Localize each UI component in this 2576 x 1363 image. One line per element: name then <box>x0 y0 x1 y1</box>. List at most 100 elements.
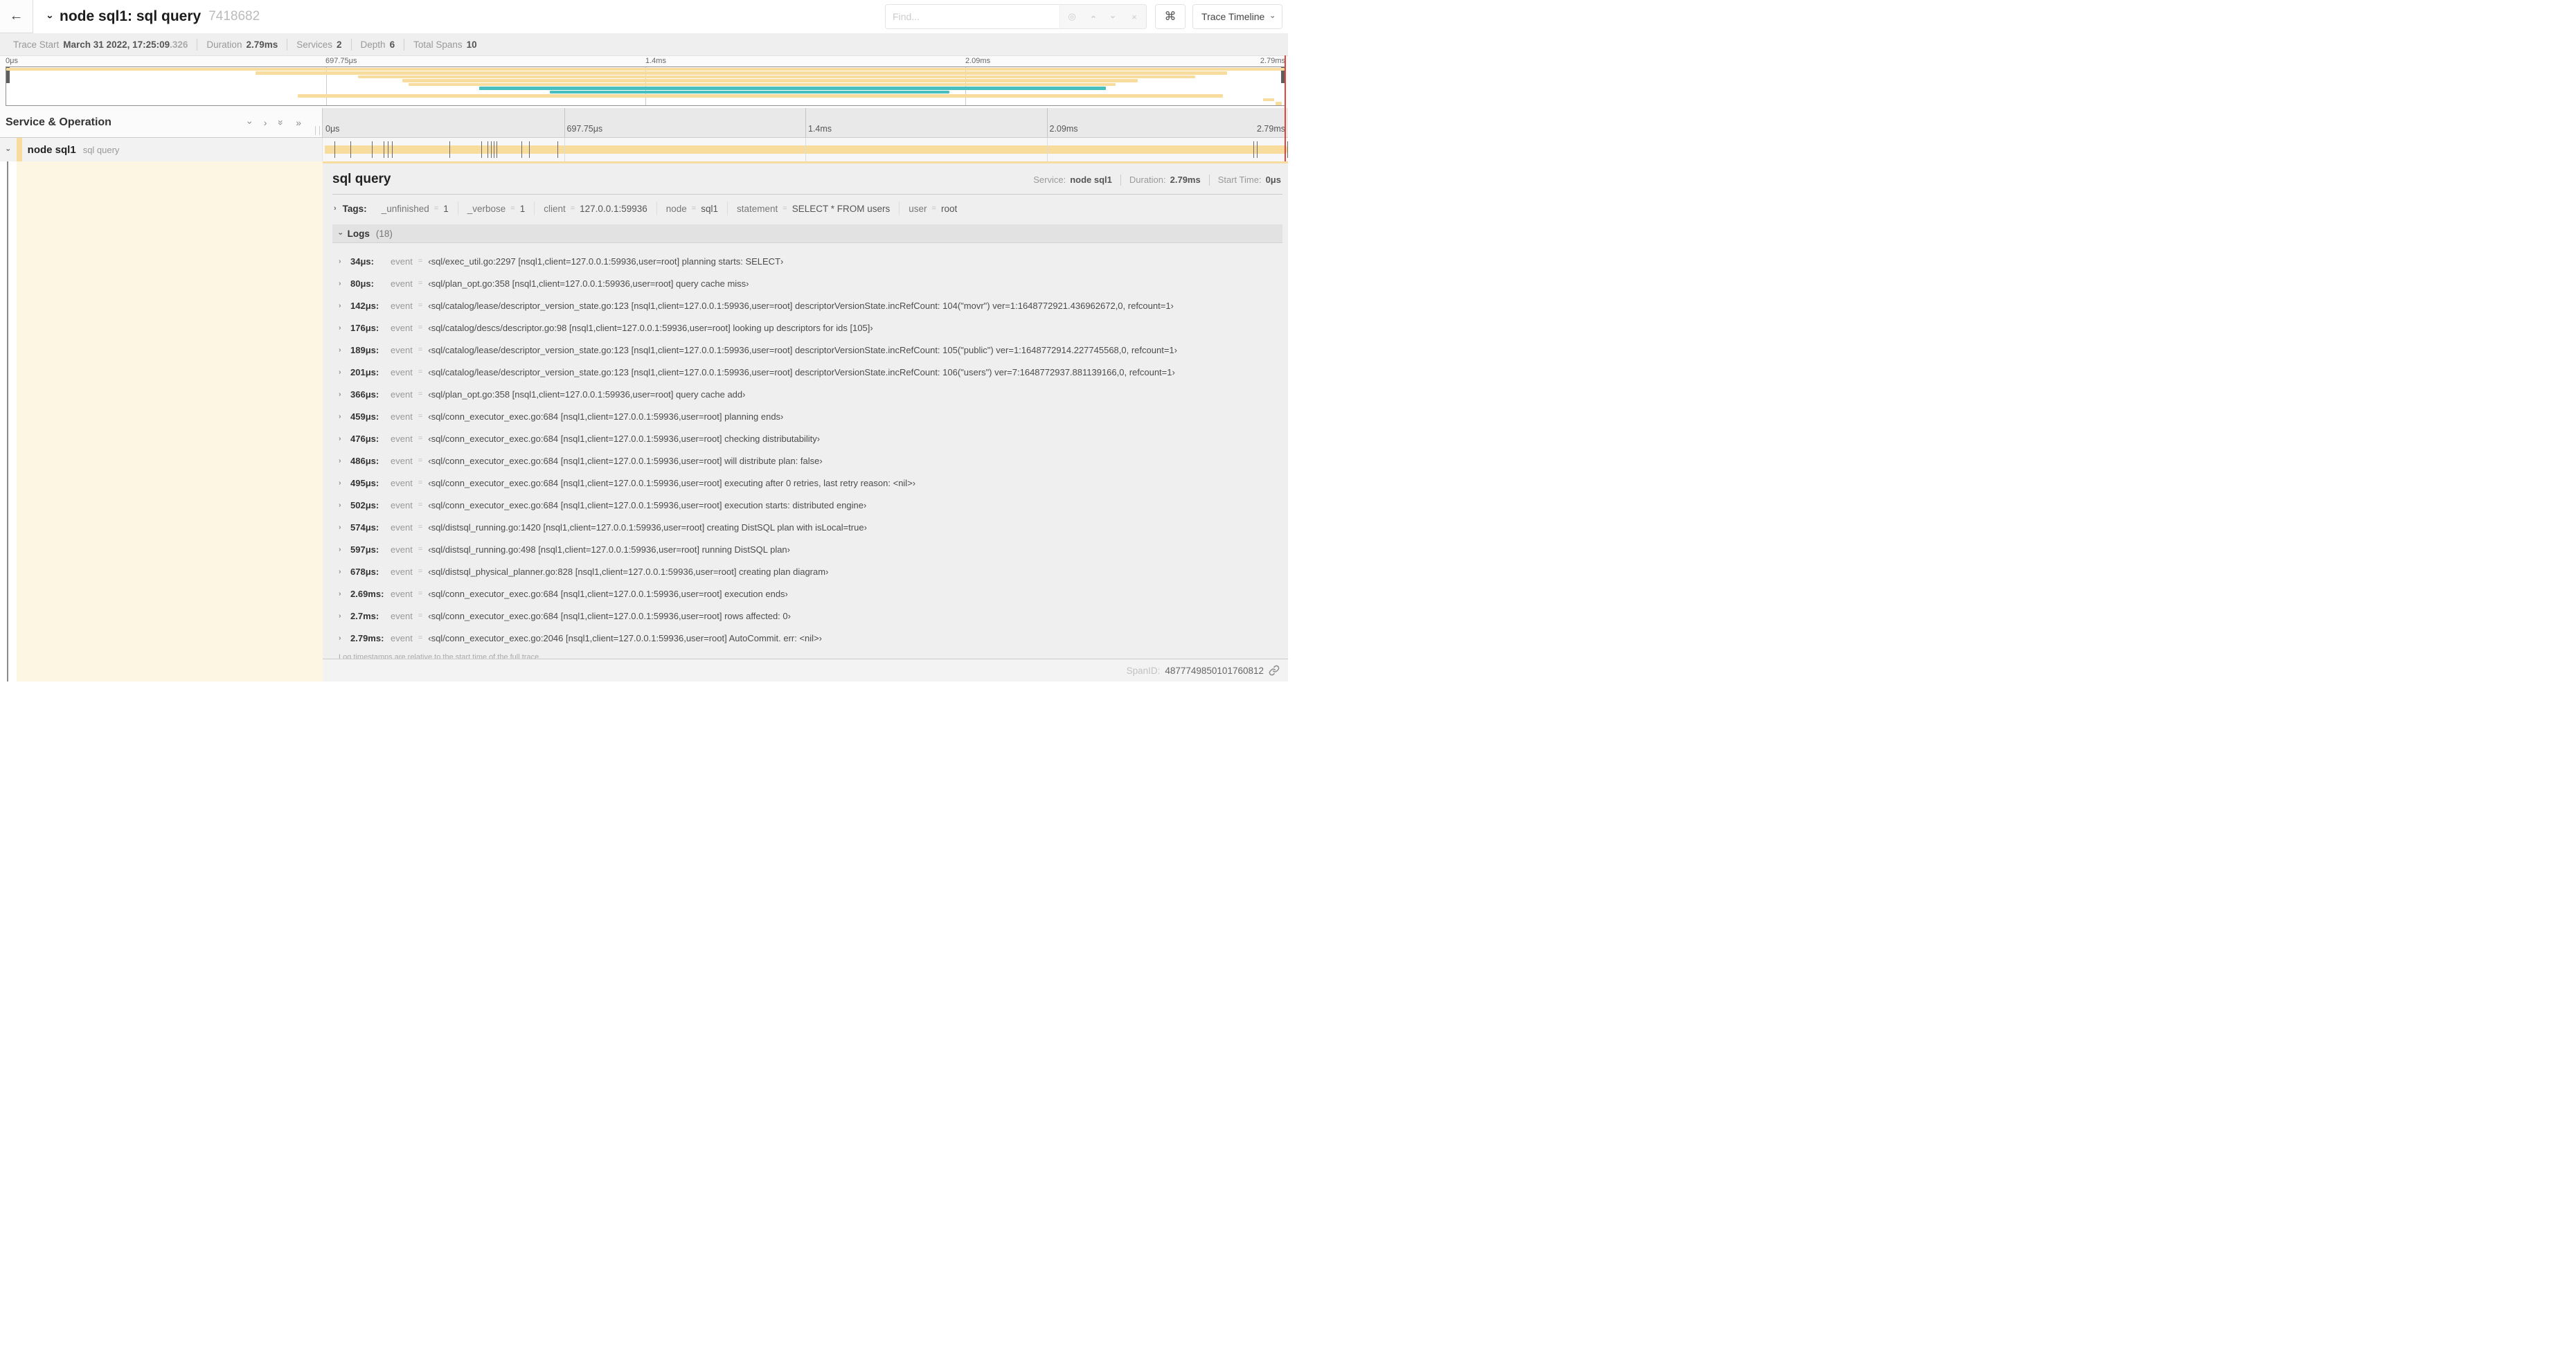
meta-label: Service: <box>1033 175 1066 185</box>
find-next-chevron-down-icon[interactable]: › <box>1109 12 1119 21</box>
log-entry[interactable]: › 495μs: event = ‹sql/conn_executor_exec.go:… <box>332 472 1282 494</box>
back-button[interactable]: ← <box>0 0 33 33</box>
column-resize-grip[interactable] <box>315 126 320 135</box>
minimap-span-bar[interactable] <box>357 75 1195 79</box>
span-collapse-chevron-down-icon[interactable]: › <box>3 148 12 151</box>
find-input[interactable] <box>885 4 1060 29</box>
log-message: ‹sql/conn_executor_exec.go:684 [nsql1,cl… <box>428 433 821 444</box>
tags-accordion[interactable]: › Tags: _unfinished = 1 _verbose = 1 client = 12… <box>332 201 1282 216</box>
log-timestamp: 176μs: <box>350 322 379 333</box>
chevron-right-icon: › <box>339 544 341 553</box>
tag-key: node <box>665 203 687 214</box>
equals-sign: = <box>418 612 423 620</box>
log-timestamp: 486μs: <box>350 455 379 466</box>
log-entry[interactable]: › 502μs: event = ‹sql/conn_executor_exec.go:… <box>332 494 1282 516</box>
log-entry[interactable]: › 366μs: event = ‹sql/plan_opt.go:358 [nsql1… <box>332 383 1282 405</box>
minimap-axis-label: 2.09ms <box>965 57 991 65</box>
collapse-one-chevron-down-icon[interactable]: › <box>244 121 256 125</box>
expand-all-double-chevron-right-icon[interactable]: » <box>296 118 301 127</box>
log-entry[interactable]: › 142μs: event = ‹sql/catalog/lease/descript… <box>332 294 1282 317</box>
minimap-span-bar[interactable] <box>549 90 950 94</box>
log-message: ‹sql/catalog/descs/descriptor.go:98 [nsq… <box>428 322 873 333</box>
view-selector-button[interactable]: Trace Timeline › <box>1192 4 1282 29</box>
log-timestamp: 2.69ms: <box>350 588 384 599</box>
detail-operation-title: sql query <box>332 172 391 186</box>
span-row-name-cell[interactable]: › node sql1 sql query <box>0 138 323 161</box>
log-entry[interactable]: › 459μs: event = ‹sql/conn_executor_exec.go:… <box>332 405 1282 427</box>
equals-sign: = <box>418 301 423 310</box>
equals-sign: = <box>418 634 423 642</box>
find-clear-close-icon[interactable]: × <box>1129 12 1139 22</box>
log-timestamp: 142μs: <box>350 300 379 311</box>
minimap-canvas[interactable] <box>6 66 1285 106</box>
log-timestamp: 574μs: <box>350 522 379 533</box>
timeline-ruler: 0μs 697.75μs 1.4ms 2.09ms 2.79ms <box>323 108 1288 138</box>
log-message: ‹sql/catalog/lease/descriptor_version_st… <box>428 366 1175 377</box>
log-field-key: event <box>391 566 413 577</box>
deep-link-icon[interactable] <box>1269 665 1280 676</box>
minimap-span-bar[interactable] <box>6 67 1285 71</box>
ruler-tick-label: 2.09ms <box>1049 124 1078 134</box>
keyboard-shortcuts-button[interactable]: ⌘ <box>1155 4 1186 29</box>
log-event-tick <box>481 141 483 158</box>
meta-value: 2.79ms <box>1170 175 1201 185</box>
log-entry[interactable]: › 34μs: event = ‹sql/exec_util.go:2297 [nsql… <box>332 250 1282 272</box>
log-entry[interactable]: › 574μs: event = ‹sql/distsql_running.go:142… <box>332 516 1282 538</box>
detail-meta-duration: Duration: 2.79ms <box>1121 175 1210 186</box>
log-message: ‹sql/conn_executor_exec.go:684 [nsql1,cl… <box>428 588 788 599</box>
log-message: ‹sql/conn_executor_exec.go:684 [nsql1,cl… <box>428 455 823 466</box>
minimap-span-bar[interactable] <box>479 87 1106 90</box>
chevron-right-icon: › <box>339 456 341 465</box>
log-timestamp: 2.7ms: <box>350 610 379 621</box>
minimap-span-bar[interactable] <box>297 94 1224 98</box>
tag-item: _unfinished = 1 <box>373 202 458 215</box>
minimap-span-bar[interactable] <box>1262 98 1275 102</box>
minimap-axis-label: 0μs <box>6 57 18 65</box>
span-indent-guide <box>7 161 8 682</box>
tag-item: statement = SELECT * FROM users <box>728 202 900 215</box>
minimap-axis-label: 1.4ms <box>645 57 666 65</box>
minimap-axis-label: 2.79ms <box>1260 57 1285 65</box>
meta-label: Start Time: <box>1217 175 1262 185</box>
log-entry[interactable]: › 476μs: event = ‹sql/conn_executor_exec.go:… <box>332 427 1282 449</box>
summary-item-suffix: .326 <box>170 39 188 50</box>
detail-meta: Service: node sql1 Duration: 2.79ms Star… <box>1025 175 1282 186</box>
minimap-span-bar[interactable] <box>402 79 1138 82</box>
minimap-axis: 0μs 697.75μs 1.4ms 2.09ms 2.79ms <box>6 57 1285 66</box>
log-entry[interactable]: › 2.79ms: event = ‹sql/conn_executor_exec.go… <box>332 627 1282 649</box>
log-event-tick <box>350 141 351 158</box>
tags-chevron-right-icon: › <box>334 204 337 213</box>
chevron-right-icon: › <box>339 522 341 531</box>
detail-row-accent <box>17 161 323 682</box>
log-entry[interactable]: › 486μs: event = ‹sql/conn_executor_exec.go:… <box>332 449 1282 472</box>
minimap-span-bar[interactable] <box>255 71 1227 75</box>
log-entry[interactable]: › 80μs: event = ‹sql/plan_opt.go:358 [nsql1,… <box>332 272 1282 294</box>
log-entry[interactable]: › 2.69ms: event = ‹sql/conn_executor_exec.go… <box>332 582 1282 605</box>
log-entry[interactable]: › 597μs: event = ‹sql/distsql_running.go:498… <box>332 538 1282 560</box>
collapse-trace-chevron-down-icon[interactable]: › <box>44 15 56 19</box>
log-event-tick <box>1256 141 1258 158</box>
equals-sign: = <box>418 257 423 265</box>
minimap-span-bar[interactable] <box>409 82 1116 87</box>
find-prev-chevron-up-icon[interactable]: › <box>1088 12 1098 21</box>
minimap-span-bar[interactable] <box>1276 102 1282 105</box>
tag-value: root <box>940 203 958 214</box>
collapse-all-double-chevron-down-icon[interactable]: » <box>276 120 287 125</box>
summary-item-value: 2.79ms <box>246 39 278 50</box>
log-entry[interactable]: › 678μs: event = ‹sql/distsql_physical_plann… <box>332 560 1282 582</box>
viewport-end-marker[interactable] <box>1285 55 1286 161</box>
log-entry[interactable]: › 201μs: event = ‹sql/catalog/lease/descript… <box>332 361 1282 383</box>
tag-value: 1 <box>443 203 449 214</box>
log-field-key: event <box>391 544 413 555</box>
logs-accordion-header[interactable]: › Logs (18) <box>332 224 1282 243</box>
chevron-down-icon: › <box>1268 15 1277 18</box>
log-entry[interactable]: › 2.7ms: event = ‹sql/conn_executor_exec.go:… <box>332 605 1282 627</box>
detail-meta-start-time: Start Time: 0μs <box>1210 175 1282 186</box>
log-entry[interactable]: › 176μs: event = ‹sql/catalog/descs/descript… <box>332 317 1282 339</box>
expand-one-chevron-right-icon[interactable]: › <box>264 118 267 127</box>
log-entry[interactable]: › 189μs: event = ‹sql/catalog/lease/descript… <box>332 339 1282 361</box>
trace-minimap: 0μs 697.75μs 1.4ms 2.09ms 2.79ms <box>0 56 1288 108</box>
summary-item: Depth 6 <box>352 38 405 51</box>
span-color-accent <box>17 138 22 161</box>
find-focus-target-icon[interactable]: ◎ <box>1067 11 1077 22</box>
